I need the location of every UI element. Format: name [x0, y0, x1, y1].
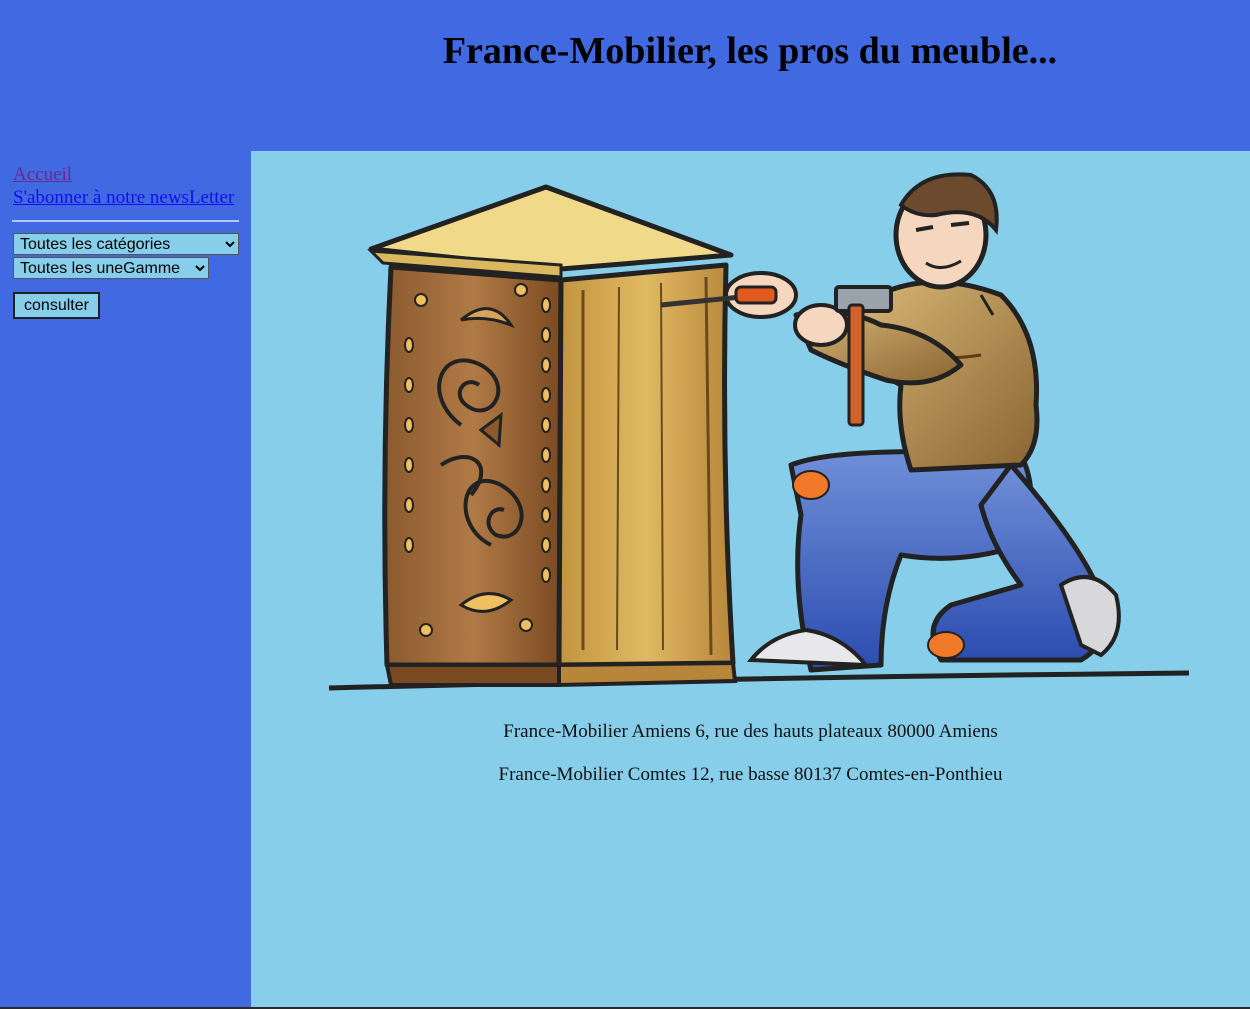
consult-button[interactable]: consulter — [13, 292, 100, 319]
address-comtes: France-Mobilier Comtes 12, rue basse 801… — [498, 764, 1003, 785]
category-select[interactable]: Toutes les catégories — [13, 233, 239, 255]
main-content: France-Mobilier Amiens 6, rue des hauts … — [251, 151, 1250, 1007]
range-select[interactable]: Toutes les uneGamme — [13, 257, 209, 279]
nav-link-accueil[interactable]: Accueil — [13, 164, 72, 186]
furniture-maker-illustration — [328, 172, 1190, 691]
address-amiens: France-Mobilier Amiens 6, rue des hauts … — [503, 721, 998, 742]
nav-link-newsletter[interactable]: S'abonner à notre newsLetter — [13, 187, 234, 209]
sidebar: Accueil S'abonner à notre newsLetter Tou… — [0, 151, 250, 1007]
site-header: France-Mobilier, les pros du meuble... — [0, 0, 1250, 151]
sidebar-divider — [12, 220, 239, 222]
site-title: France-Mobilier, les pros du meuble... — [442, 30, 1058, 72]
